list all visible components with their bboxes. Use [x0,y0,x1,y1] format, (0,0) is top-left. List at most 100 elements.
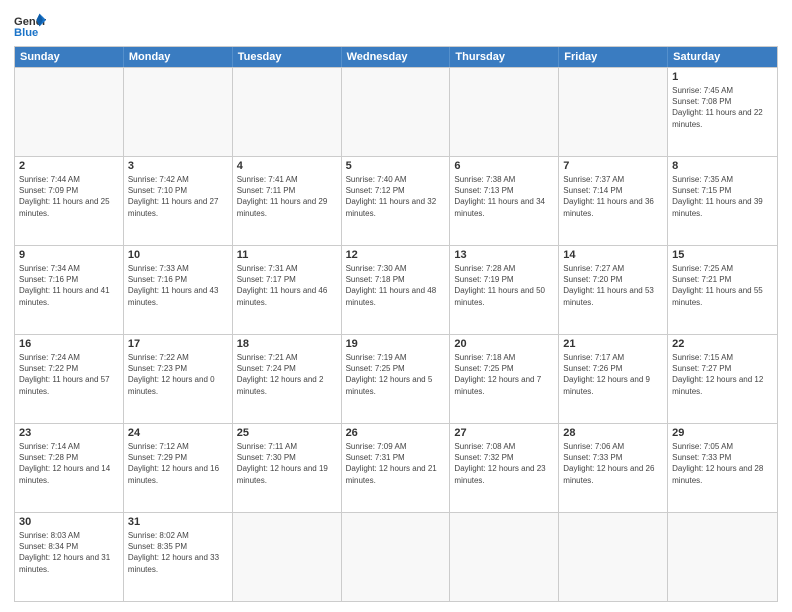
calendar-cell [233,513,342,601]
calendar-cell [15,68,124,156]
day-number: 16 [19,338,119,350]
header-day-sunday: Sunday [15,47,124,67]
header-day-tuesday: Tuesday [233,47,342,67]
day-info: Sunrise: 7:19 AM Sunset: 7:25 PM Dayligh… [346,352,446,397]
day-info: Sunrise: 7:41 AM Sunset: 7:11 PM Dayligh… [237,174,337,219]
day-info: Sunrise: 7:37 AM Sunset: 7:14 PM Dayligh… [563,174,663,219]
calendar-row-2: 9Sunrise: 7:34 AM Sunset: 7:16 PM Daylig… [15,245,777,334]
day-number: 12 [346,249,446,261]
day-info: Sunrise: 7:44 AM Sunset: 7:09 PM Dayligh… [19,174,119,219]
day-number: 20 [454,338,554,350]
day-info: Sunrise: 7:21 AM Sunset: 7:24 PM Dayligh… [237,352,337,397]
header-day-wednesday: Wednesday [342,47,451,67]
calendar-cell: 8Sunrise: 7:35 AM Sunset: 7:15 PM Daylig… [668,157,777,245]
calendar-cell: 14 Sunrise: 7:27 AM Sunset: 7:20 PM Dayli… [559,246,668,334]
calendar-cell: 18 Sunrise: 7:21 AM Sunset: 7:24 PM Dayli… [233,335,342,423]
day-info: Sunrise: 7:11 AM Sunset: 7:30 PM Dayligh… [237,441,337,486]
day-number: 18 [237,338,337,350]
calendar: SundayMondayTuesdayWednesdayThursdayFrid… [14,46,778,602]
day-number: 24 [128,427,228,439]
day-info: Sunrise: 7:17 AM Sunset: 7:26 PM Dayligh… [563,352,663,397]
calendar-cell: 10 Sunrise: 7:33 AM Sunset: 7:16 PM Dayli… [124,246,233,334]
calendar-row-1: 2Sunrise: 7:44 AM Sunset: 7:09 PM Daylig… [15,156,777,245]
calendar-row-3: 16Sunrise: 7:24 AM Sunset: 7:22 PM Dayli… [15,334,777,423]
day-number: 31 [128,516,228,528]
calendar-cell: 17 Sunrise: 7:22 AM Sunset: 7:23 PM Dayli… [124,335,233,423]
calendar-row-4: 23 Sunrise: 7:14 AM Sunset: 7:28 PM Dayli… [15,423,777,512]
calendar-cell [668,513,777,601]
day-number: 5 [346,160,446,172]
day-info: Sunrise: 7:27 AM Sunset: 7:20 PM Dayligh… [563,263,663,308]
day-info: Sunrise: 7:34 AM Sunset: 7:16 PM Dayligh… [19,263,119,308]
logo: General Blue [14,12,46,40]
day-number: 17 [128,338,228,350]
calendar-cell: 3Sunrise: 7:42 AM Sunset: 7:10 PM Daylig… [124,157,233,245]
day-number: 28 [563,427,663,439]
calendar-cell: 28 Sunrise: 7:06 AM Sunset: 7:33 PM Dayli… [559,424,668,512]
day-number: 1 [672,71,773,83]
day-info: Sunrise: 7:14 AM Sunset: 7:28 PM Dayligh… [19,441,119,486]
header-day-thursday: Thursday [450,47,559,67]
header: General Blue [14,12,778,40]
calendar-cell: 6Sunrise: 7:38 AM Sunset: 7:13 PM Daylig… [450,157,559,245]
day-info: Sunrise: 7:08 AM Sunset: 7:32 PM Dayligh… [454,441,554,486]
day-number: 23 [19,427,119,439]
calendar-cell [450,513,559,601]
day-info: Sunrise: 7:12 AM Sunset: 7:29 PM Dayligh… [128,441,228,486]
day-number: 26 [346,427,446,439]
calendar-row-0: 1 Sunrise: 7:45 AM Sunset: 7:08 PM Daylig… [15,67,777,156]
day-info: Sunrise: 7:05 AM Sunset: 7:33 PM Dayligh… [672,441,773,486]
calendar-cell: 2Sunrise: 7:44 AM Sunset: 7:09 PM Daylig… [15,157,124,245]
day-number: 27 [454,427,554,439]
calendar-cell: 25 Sunrise: 7:11 AM Sunset: 7:30 PM Dayli… [233,424,342,512]
day-number: 8 [672,160,773,172]
day-number: 7 [563,160,663,172]
calendar-cell: 5 Sunrise: 7:40 AM Sunset: 7:12 PM Daylig… [342,157,451,245]
day-number: 30 [19,516,119,528]
day-info: Sunrise: 7:40 AM Sunset: 7:12 PM Dayligh… [346,174,446,219]
generalblue-logo-icon: General Blue [14,12,46,40]
calendar-cell: 15 Sunrise: 7:25 AM Sunset: 7:21 PM Dayli… [668,246,777,334]
day-number: 11 [237,249,337,261]
day-number: 22 [672,338,773,350]
calendar-row-5: 30 Sunrise: 8:03 AM Sunset: 8:34 PM Dayli… [15,512,777,601]
header-day-saturday: Saturday [668,47,777,67]
day-info: Sunrise: 7:28 AM Sunset: 7:19 PM Dayligh… [454,263,554,308]
day-number: 19 [346,338,446,350]
day-info: Sunrise: 7:45 AM Sunset: 7:08 PM Dayligh… [672,85,773,130]
day-info: Sunrise: 7:18 AM Sunset: 7:25 PM Dayligh… [454,352,554,397]
calendar-cell: 4 Sunrise: 7:41 AM Sunset: 7:11 PM Daylig… [233,157,342,245]
header-day-monday: Monday [124,47,233,67]
day-info: Sunrise: 7:25 AM Sunset: 7:21 PM Dayligh… [672,263,773,308]
day-info: Sunrise: 7:33 AM Sunset: 7:16 PM Dayligh… [128,263,228,308]
day-info: Sunrise: 7:06 AM Sunset: 7:33 PM Dayligh… [563,441,663,486]
day-number: 10 [128,249,228,261]
day-number: 6 [454,160,554,172]
day-number: 4 [237,160,337,172]
calendar-cell: 20 Sunrise: 7:18 AM Sunset: 7:25 PM Dayli… [450,335,559,423]
calendar-cell: 29Sunrise: 7:05 AM Sunset: 7:33 PM Dayli… [668,424,777,512]
calendar-cell: 11 Sunrise: 7:31 AM Sunset: 7:17 PM Dayli… [233,246,342,334]
calendar-cell: 13Sunrise: 7:28 AM Sunset: 7:19 PM Dayli… [450,246,559,334]
day-info: Sunrise: 7:09 AM Sunset: 7:31 PM Dayligh… [346,441,446,486]
calendar-cell: 19 Sunrise: 7:19 AM Sunset: 7:25 PM Dayli… [342,335,451,423]
day-number: 14 [563,249,663,261]
day-number: 21 [563,338,663,350]
calendar-cell: 21 Sunrise: 7:17 AM Sunset: 7:26 PM Dayli… [559,335,668,423]
day-info: Sunrise: 7:22 AM Sunset: 7:23 PM Dayligh… [128,352,228,397]
svg-text:Blue: Blue [14,27,38,39]
day-info: Sunrise: 7:15 AM Sunset: 7:27 PM Dayligh… [672,352,773,397]
calendar-cell: 12 Sunrise: 7:30 AM Sunset: 7:18 PM Dayli… [342,246,451,334]
calendar-cell [342,513,451,601]
day-number: 15 [672,249,773,261]
day-info: Sunrise: 7:30 AM Sunset: 7:18 PM Dayligh… [346,263,446,308]
calendar-cell: 7 Sunrise: 7:37 AM Sunset: 7:14 PM Daylig… [559,157,668,245]
day-number: 3 [128,160,228,172]
calendar-cell: 26 Sunrise: 7:09 AM Sunset: 7:31 PM Dayli… [342,424,451,512]
calendar-cell: 30 Sunrise: 8:03 AM Sunset: 8:34 PM Dayli… [15,513,124,601]
day-number: 25 [237,427,337,439]
calendar-cell [124,68,233,156]
day-info: Sunrise: 7:31 AM Sunset: 7:17 PM Dayligh… [237,263,337,308]
calendar-cell [233,68,342,156]
day-info: Sunrise: 8:03 AM Sunset: 8:34 PM Dayligh… [19,530,119,575]
